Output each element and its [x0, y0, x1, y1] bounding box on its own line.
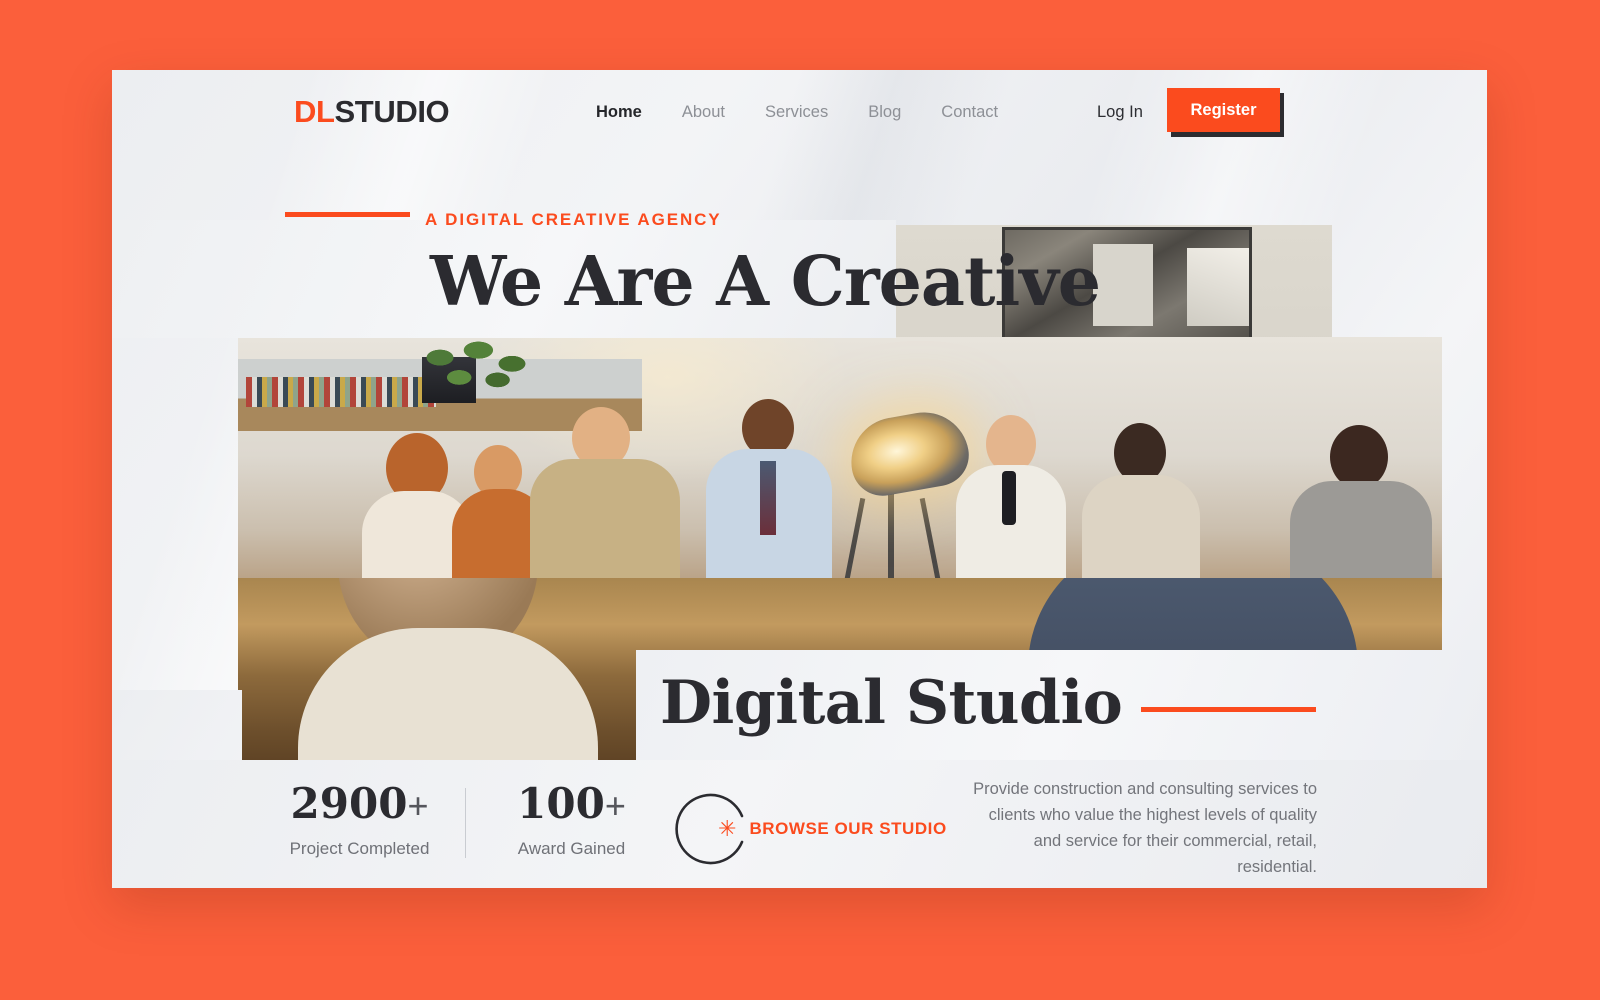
hero-description: Provide construction and consulting serv…: [973, 780, 1317, 877]
main-nav: Home About Services Blog Contact: [596, 103, 998, 122]
stats-divider: [465, 788, 466, 858]
stat-awards-label: Award Gained: [517, 839, 626, 859]
stat-projects-label: Project Completed: [289, 839, 430, 859]
stat-plus-sign: +: [604, 785, 626, 826]
register-button-wrap: Register: [1167, 88, 1284, 137]
page-card: DLSTUDIO Home About Services Blog Contac…: [112, 70, 1487, 888]
hero-eyebrow: A DIGITAL CREATIVE AGENCY: [425, 210, 722, 229]
nav-item-home[interactable]: Home: [596, 103, 642, 122]
stats-row: 2900+ Project Completed 100+ Award Gaine…: [272, 779, 659, 859]
logo-studio: STUDIO: [334, 94, 450, 129]
nav-item-contact[interactable]: Contact: [941, 103, 998, 122]
browse-studio-text: ✳ BROWSE OUR STUDIO: [718, 818, 947, 840]
wall-art-highlight: [1187, 248, 1249, 326]
nav-item-services[interactable]: Services: [765, 103, 828, 122]
nav-item-blog[interactable]: Blog: [868, 103, 901, 122]
person-foreground-left: [298, 578, 598, 790]
stat-awards-value: 100+: [517, 779, 626, 828]
stat-awards: 100+ Award Gained: [484, 779, 659, 859]
headline-rule-left: [285, 212, 410, 217]
hero-headline-line2: Digital Studio: [660, 668, 1123, 738]
site-header: DLSTUDIO Home About Services Blog Contac…: [112, 70, 1487, 180]
browse-studio-label: BROWSE OUR STUDIO: [749, 819, 947, 838]
logo-dl: DL: [294, 94, 335, 129]
stat-projects: 2900+ Project Completed: [272, 779, 447, 859]
nav-item-about[interactable]: About: [682, 103, 725, 122]
plant: [416, 339, 536, 401]
hero-headline-line1: We Are A Creative: [430, 242, 1101, 322]
login-link[interactable]: Log In: [1097, 103, 1143, 122]
headline-rule-right: [1141, 707, 1316, 712]
stat-plus-sign: +: [407, 785, 429, 826]
register-button[interactable]: Register: [1167, 88, 1280, 132]
stat-projects-value: 2900+: [290, 779, 429, 828]
logo[interactable]: DLSTUDIO: [294, 94, 450, 130]
books: [246, 377, 436, 407]
asterisk-icon: ✳: [718, 816, 737, 841]
